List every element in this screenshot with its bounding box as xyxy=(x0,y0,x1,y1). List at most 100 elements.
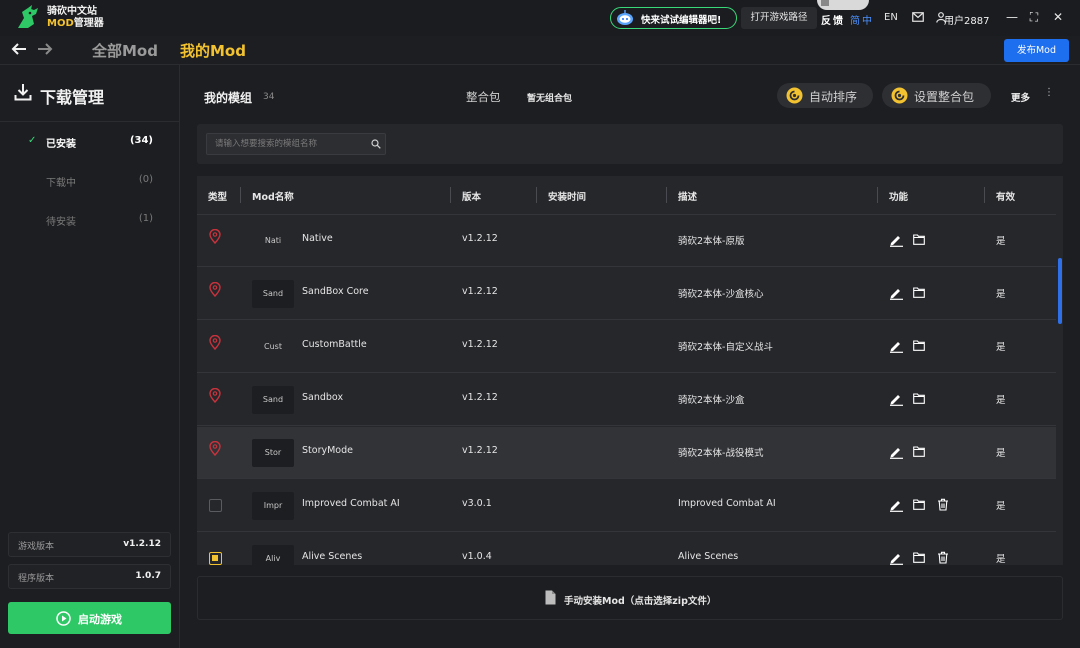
promo-text: 快来试试编辑器吧! xyxy=(641,15,722,26)
edit-icon[interactable] xyxy=(889,339,904,353)
tab-all-mods[interactable]: 全部Mod xyxy=(92,40,158,61)
bundle-value[interactable]: 暂无组合包 xyxy=(527,91,572,104)
mod-enabled: 是 xyxy=(996,236,1006,247)
edit-icon[interactable] xyxy=(889,551,904,565)
lang-zh-option[interactable]: 简中 xyxy=(850,12,874,27)
mod-thumbnail: Impr xyxy=(252,492,294,520)
arrow-right-icon[interactable] xyxy=(36,40,54,58)
search-input[interactable] xyxy=(215,137,365,151)
minimize-button[interactable]: — xyxy=(1005,9,1019,25)
robot-icon xyxy=(617,10,633,25)
mod-description: 骑砍2本体-沙盒 xyxy=(678,395,745,406)
folder-icon[interactable] xyxy=(913,446,925,457)
enable-checkbox[interactable] xyxy=(209,552,222,565)
mod-enabled: 是 xyxy=(996,501,1006,512)
header-separator[interactable] xyxy=(536,187,537,203)
sidebar-item-count: (34) xyxy=(129,135,153,146)
header-function[interactable]: 功能 xyxy=(889,189,908,203)
table-header: 类型 Mod名称 版本 安装时间 描述 功能 有效 xyxy=(197,176,1056,215)
table-row[interactable]: Sand SandBox Core v1.2.12 骑砍2本体-沙盒核心 是 xyxy=(197,268,1056,320)
sidebar-divider xyxy=(0,121,179,122)
maximize-button[interactable]: ⛶ xyxy=(1027,9,1041,25)
header-name[interactable]: Mod名称 xyxy=(252,189,294,203)
table-row[interactable]: Sand Sandbox v1.2.12 骑砍2本体-沙盒 是 xyxy=(197,374,1056,426)
set-bundle-button[interactable]: 设置整合包 xyxy=(882,83,991,108)
more-button[interactable]: 更多 xyxy=(1011,90,1030,104)
header-separator[interactable] xyxy=(877,187,878,203)
mod-thumbnail: Aliv xyxy=(252,545,294,565)
edit-icon[interactable] xyxy=(889,286,904,300)
table-row[interactable]: Aliv Alive Scenes v1.0.4 Alive Scenes 是 xyxy=(197,533,1056,565)
mail-icon[interactable] xyxy=(912,12,924,22)
folder-icon[interactable] xyxy=(913,393,925,404)
table-row[interactable]: Cust CustomBattle v1.2.12 骑砍2本体-自定义战斗 是 xyxy=(197,321,1056,373)
enable-checkbox[interactable] xyxy=(209,499,222,512)
auto-sort-button[interactable]: 自动排序 xyxy=(777,83,873,108)
edit-icon[interactable] xyxy=(889,233,904,247)
edit-icon[interactable] xyxy=(889,445,904,459)
page-title: 我的模组 xyxy=(204,91,253,105)
location-pin-icon xyxy=(209,335,221,350)
scrollbar-thumb[interactable] xyxy=(1058,258,1062,324)
mod-name: Sandbox xyxy=(302,392,344,403)
edit-icon[interactable] xyxy=(889,392,904,406)
mod-enabled: 是 xyxy=(996,395,1006,406)
table-row[interactable]: Stor StoryMode v1.2.12 骑砍2本体-战役模式 是 xyxy=(197,427,1056,479)
file-icon xyxy=(545,590,556,605)
close-button[interactable]: ✕ xyxy=(1051,9,1065,25)
header-separator[interactable] xyxy=(240,187,241,203)
search-panel xyxy=(197,124,1063,164)
knight-logo-icon xyxy=(18,5,38,28)
table-row[interactable]: Impr Improved Combat AI v3.0.1 Improved … xyxy=(197,480,1056,532)
editor-promo-button[interactable]: 快来试试编辑器吧! xyxy=(610,7,737,29)
manual-install-button[interactable]: 手动安装Mod（点击选择zip文件） xyxy=(197,576,1063,620)
folder-icon[interactable] xyxy=(913,234,925,245)
header-description[interactable]: 描述 xyxy=(678,189,697,203)
header-version[interactable]: 版本 xyxy=(462,189,481,203)
lang-en-option[interactable]: EN xyxy=(884,12,898,23)
more-dots-icon[interactable]: ⋮ xyxy=(1044,87,1054,98)
mod-table: 类型 Mod名称 版本 安装时间 描述 功能 有效 Nati Native v1… xyxy=(197,176,1063,565)
header-enabled[interactable]: 有效 xyxy=(996,189,1015,203)
game-version-label: 游戏版本 xyxy=(18,542,55,552)
play-icon xyxy=(56,611,71,626)
sidebar-item-downloading[interactable]: 下载中 (0) xyxy=(0,168,179,192)
mod-thumbnail: Sand xyxy=(252,280,294,308)
open-game-path-button[interactable]: 打开游戏路径 xyxy=(741,7,817,29)
folder-icon[interactable] xyxy=(913,287,925,298)
arrow-left-icon[interactable] xyxy=(10,40,28,58)
header-type[interactable]: 类型 xyxy=(208,189,227,203)
check-icon: ✓ xyxy=(28,135,37,146)
scrollbar-track[interactable] xyxy=(1057,176,1063,565)
header-install-time[interactable]: 安装时间 xyxy=(548,189,586,203)
download-icon xyxy=(14,84,32,101)
username[interactable]: 用户2887 xyxy=(944,12,989,27)
tab-my-mods[interactable]: 我的Mod xyxy=(180,40,246,61)
bundle-label: 整合包 xyxy=(466,90,501,104)
trash-icon[interactable] xyxy=(937,498,949,511)
publish-mod-button[interactable]: 发布Mod xyxy=(1004,39,1069,62)
brand-mod: MOD xyxy=(47,18,74,29)
mod-description: 骑砍2本体-原版 xyxy=(678,236,745,247)
table-row[interactable]: Nati Native v1.2.12 骑砍2本体-原版 是 xyxy=(197,215,1056,267)
location-pin-icon xyxy=(209,229,221,244)
feedback-link[interactable]: 反馈 xyxy=(821,12,845,27)
brand-line1: 骑砍中文站 xyxy=(47,6,97,17)
mod-enabled: 是 xyxy=(996,448,1006,459)
folder-icon[interactable] xyxy=(913,340,925,351)
app-version-info: 程序版本 1.0.7 xyxy=(8,564,171,589)
search-icon[interactable] xyxy=(371,139,381,149)
folder-icon[interactable] xyxy=(913,499,925,510)
sidebar-item-installed[interactable]: ✓ 已安装 (34) xyxy=(0,129,179,153)
sidebar-item-pending[interactable]: 待安装 (1) xyxy=(0,207,179,231)
mod-version: v1.2.12 xyxy=(462,233,498,244)
edit-icon[interactable] xyxy=(889,498,904,512)
header-separator[interactable] xyxy=(450,187,451,203)
folder-icon[interactable] xyxy=(913,552,925,563)
mascot-image xyxy=(817,0,869,10)
trash-icon[interactable] xyxy=(937,551,949,564)
launch-game-button[interactable]: 启动游戏 xyxy=(8,602,171,634)
mod-thumbnail: Sand xyxy=(252,386,294,414)
header-separator[interactable] xyxy=(666,187,667,203)
header-separator[interactable] xyxy=(984,187,985,203)
